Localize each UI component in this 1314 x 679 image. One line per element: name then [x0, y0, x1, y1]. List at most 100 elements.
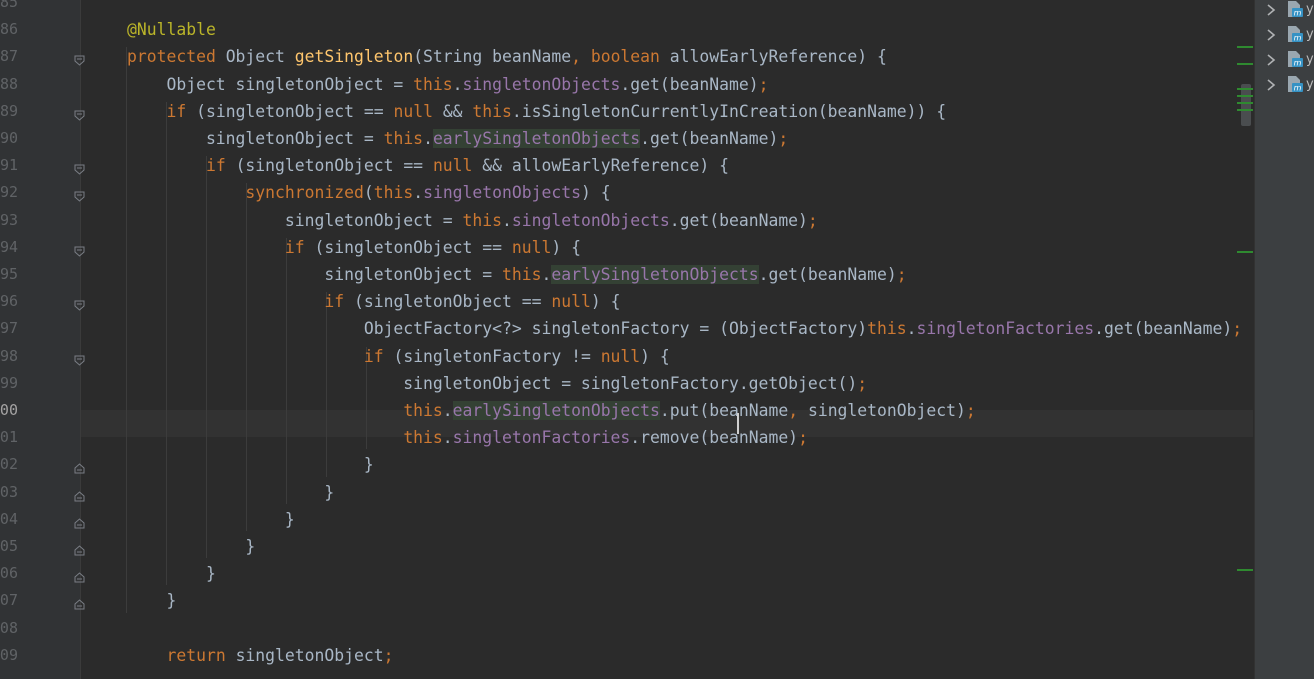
project-tree-item[interactable]: my [1255, 0, 1314, 22]
code-line[interactable]: } [127, 587, 176, 614]
code-token: null [600, 346, 641, 366]
code-line[interactable]: if (singletonObject == null) { [127, 288, 620, 315]
code-token: singletonObjects [511, 210, 670, 230]
scrollbar-thumb[interactable] [1241, 84, 1251, 126]
line-number: 97 [0, 319, 18, 338]
code-line[interactable]: if (singletonObject == null && this.isSi… [127, 98, 946, 125]
code-token: ; [807, 210, 818, 230]
line-number-gutter[interactable]: 85 86 87 88 89 90 91 92 93 94 95 96 97 98 99 100 101 102 1… [0, 0, 85, 679]
code-token: ( [363, 183, 374, 203]
code-token: .get(beanName) [669, 210, 808, 230]
chevron-right-icon[interactable] [1265, 52, 1277, 66]
code-line[interactable]: Object singletonObject = this.singletonO… [127, 71, 768, 98]
code-token: allowEarlyReference) { [669, 47, 887, 67]
code-token: && [442, 101, 473, 121]
code-line[interactable]: if (singletonObject == null && allowEarl… [127, 152, 729, 179]
code-line[interactable]: if (singletonObject == null) { [127, 234, 581, 261]
project-tree-label: y [1306, 77, 1314, 92]
code-token: } [127, 482, 335, 502]
code-token: singletonObject = singletonFactory.getOb… [127, 373, 858, 393]
code-line[interactable]: protected Object getSingleton(String bea… [127, 43, 887, 70]
code-token: (singletonFactory != [393, 346, 601, 366]
project-tool-window: mymymymy [1254, 0, 1314, 679]
code-token: . [452, 74, 463, 94]
change-marker[interactable] [1237, 569, 1253, 571]
change-marker[interactable] [1237, 95, 1253, 97]
code-line[interactable]: singletonObject = this.singletonObjects.… [127, 207, 818, 234]
code-token: protected [127, 47, 226, 67]
code-token: singletonObjects [423, 183, 581, 203]
code-line[interactable]: } [127, 479, 334, 506]
chevron-right-icon[interactable] [1265, 27, 1277, 41]
line-number: 106 [0, 564, 18, 583]
code-token: ) { [551, 237, 581, 257]
code-token: } [127, 564, 216, 584]
editor-scrollbar[interactable] [1233, 0, 1253, 679]
code-token: synchronized [245, 183, 364, 203]
code-token: null [393, 101, 443, 121]
change-marker[interactable] [1237, 251, 1253, 253]
code-token: ; [758, 74, 769, 94]
change-marker[interactable] [1237, 63, 1253, 65]
code-line[interactable]: singletonObject = singletonFactory.getOb… [127, 370, 867, 397]
project-tree-item[interactable]: my [1255, 72, 1314, 97]
code-line[interactable]: this.singletonFactories.remove(beanName)… [127, 424, 808, 451]
code-line[interactable]: @Nullable [127, 16, 216, 43]
code-token: . [502, 210, 512, 230]
code-token: ; [965, 401, 976, 420]
code-line[interactable]: singletonObject = this.earlySingletonObj… [127, 261, 907, 288]
code-token: && allowEarlyReference) { [482, 156, 729, 176]
code-token: .get(beanName) [640, 129, 779, 148]
change-marker[interactable] [1237, 46, 1253, 48]
line-number: 94 [0, 237, 18, 256]
code-token: (singletonObject == [314, 237, 512, 257]
code-line[interactable]: return singletonObject; [127, 642, 393, 669]
code-token: if [324, 292, 354, 312]
code-token: .get(beanName) [1094, 319, 1233, 339]
svg-text:m: m [1294, 34, 1302, 43]
code-line[interactable]: } [127, 506, 295, 533]
code-token: (singletonObject == [353, 292, 552, 312]
code-token: if [166, 101, 197, 121]
code-line[interactable]: if (singletonFactory != null) { [127, 343, 670, 370]
code-token: this [462, 210, 502, 230]
code-line[interactable]: } [127, 533, 255, 560]
change-marker[interactable] [1237, 88, 1253, 90]
code-line[interactable]: ObjectFactory<?> singletonFactory = (Obj… [127, 315, 1242, 342]
line-number: 88 [0, 74, 18, 93]
line-number: 93 [0, 210, 18, 229]
code-token: Object [225, 47, 295, 67]
code-token: this [501, 265, 542, 284]
code-token: .remove(beanName) [630, 428, 799, 448]
code-line[interactable]: singletonObject = this.earlySingletonObj… [127, 125, 788, 152]
project-tree-item[interactable]: my [1255, 47, 1314, 72]
code-line[interactable]: synchronized(this.singletonObjects) { [127, 179, 610, 206]
code-token: ObjectFactory<?> singletonFactory = (Obj… [127, 319, 868, 339]
code-token: , [788, 401, 808, 420]
code-line[interactable]: } [127, 451, 374, 478]
change-marker[interactable] [1237, 102, 1253, 104]
code-token: this [403, 428, 443, 448]
line-number: 101 [0, 428, 18, 447]
code-token: singletonObject [235, 645, 384, 665]
project-tree-item[interactable]: my [1255, 22, 1314, 47]
change-marker[interactable] [1237, 109, 1253, 111]
code-token: singletonFactories [916, 319, 1095, 339]
chevron-right-icon[interactable] [1265, 2, 1277, 16]
code-editor[interactable]: @Nullable protected Object getSingleton(S… [81, 0, 1253, 679]
code-token: } [127, 509, 295, 529]
code-token: } [127, 537, 256, 556]
chevron-right-icon[interactable] [1265, 77, 1277, 91]
code-line[interactable]: } [127, 560, 216, 587]
code-token: this [867, 319, 907, 339]
code-line[interactable]: this.earlySingletonObjects.put(beanName,… [127, 397, 976, 424]
line-number: 100 [0, 401, 18, 419]
code-token: (singletonObject == [235, 156, 433, 176]
